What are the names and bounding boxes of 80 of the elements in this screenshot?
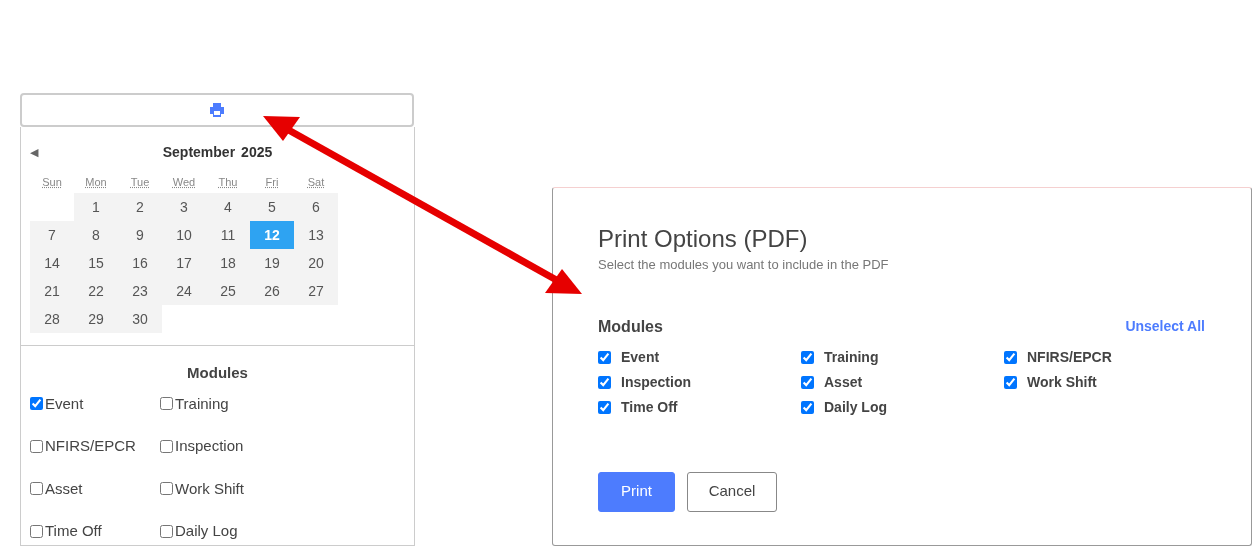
checkbox[interactable] [598, 400, 611, 414]
day-cell[interactable]: 11 [206, 221, 250, 249]
checkbox[interactable] [801, 400, 814, 414]
checkbox-label: Daily Log [175, 521, 238, 541]
checkbox-label: Asset [45, 478, 83, 499]
day-cell[interactable]: 9 [118, 221, 162, 249]
day-cell[interactable]: 18 [206, 249, 250, 277]
checkbox-label: Asset [824, 372, 863, 392]
day-cell[interactable]: 23 [118, 277, 162, 305]
checkbox[interactable] [1004, 375, 1017, 389]
unselect-all-link[interactable]: Unselect All [1125, 316, 1205, 337]
checkbox-label: Training [175, 393, 229, 414]
checkbox-label: Inspection [175, 436, 244, 456]
cancel-button[interactable]: Cancel [687, 471, 777, 512]
checkbox-label: Training [824, 347, 879, 367]
weekday-label: Mon [85, 174, 107, 190]
section-title: Modules [598, 316, 663, 337]
dialog-subtitle: Select the modules you want to include in the PDF [598, 256, 890, 274]
day-cell[interactable]: 10 [162, 221, 206, 249]
weekday-label: Sun [42, 174, 62, 190]
checkbox-label: Time Off [45, 521, 102, 541]
day-cell[interactable]: 4 [206, 193, 250, 221]
weekday-label: Sat [307, 174, 325, 190]
checkbox[interactable] [30, 397, 43, 411]
weekday-label: Wed [172, 174, 196, 190]
day-cell[interactable]: 3 [162, 193, 206, 221]
month-label: September [162, 142, 236, 162]
checkbox[interactable] [598, 375, 611, 389]
checkbox[interactable] [160, 482, 173, 496]
checkbox-label: Event [45, 393, 84, 414]
checkbox-label: Work Shift [1027, 372, 1097, 392]
day-cell[interactable]: 19 [250, 249, 294, 277]
checkbox[interactable] [160, 439, 173, 453]
print-button[interactable] [20, 93, 414, 127]
printer-icon [209, 102, 225, 118]
checkbox[interactable] [160, 397, 173, 411]
day-cell[interactable]: 5 [250, 193, 294, 221]
day-cell[interactable]: 27 [294, 277, 338, 305]
day-cell[interactable]: 26 [250, 277, 294, 305]
day-cell[interactable]: 22 [74, 277, 118, 305]
day-cell[interactable]: 14 [30, 249, 74, 277]
day-cell[interactable]: 2 [118, 193, 162, 221]
day-cell[interactable]: 17 [162, 249, 206, 277]
day-cell[interactable]: 30 [118, 305, 162, 333]
day-cell[interactable]: 8 [74, 221, 118, 249]
checkbox-label: Event [621, 347, 660, 367]
year-label: 2025 [241, 142, 273, 162]
checkbox[interactable] [1004, 350, 1017, 364]
checkbox[interactable] [30, 439, 43, 453]
checkbox[interactable] [801, 375, 814, 389]
checkbox-label: Daily Log [824, 397, 887, 417]
checkbox-label: Work Shift [175, 478, 244, 499]
day-cell[interactable]: 1 [74, 193, 118, 221]
weekday-label: Fri [265, 174, 279, 190]
day-cell[interactable]: 25 [206, 277, 250, 305]
weekday-label: Tue [130, 174, 150, 190]
checkbox-label: NFIRS/EPCR [1027, 347, 1112, 367]
checkbox[interactable] [598, 350, 611, 364]
dialog-title: Print Options (PDF) [598, 224, 809, 254]
prev-month-button[interactable]: ◀ [30, 143, 38, 161]
weekday-label: Thu [218, 174, 238, 190]
checkbox[interactable] [160, 524, 173, 538]
day-cell[interactable]: 6 [294, 193, 338, 221]
day-cell[interactable]: 21 [30, 277, 74, 305]
day-cell[interactable]: 7 [30, 221, 74, 249]
checkbox-label: Time Off [621, 397, 678, 417]
checkbox-label: NFIRS/EPCR [45, 436, 136, 456]
section-title: Modules [187, 363, 248, 383]
day-cell[interactable]: 29 [74, 305, 118, 333]
checkbox[interactable] [801, 350, 814, 364]
checkbox[interactable] [30, 482, 43, 496]
day-cell[interactable]: 13 [294, 221, 338, 249]
checkbox-label: Inspection [621, 372, 691, 392]
print-button[interactable]: Print [598, 471, 675, 512]
checkbox[interactable] [30, 524, 43, 538]
day-cell[interactable]: 16 [118, 249, 162, 277]
day-cell[interactable]: 20 [294, 249, 338, 277]
day-cell[interactable]: 28 [30, 305, 74, 333]
day-cell[interactable]: 24 [162, 277, 206, 305]
day-cell[interactable]: 15 [74, 249, 118, 277]
